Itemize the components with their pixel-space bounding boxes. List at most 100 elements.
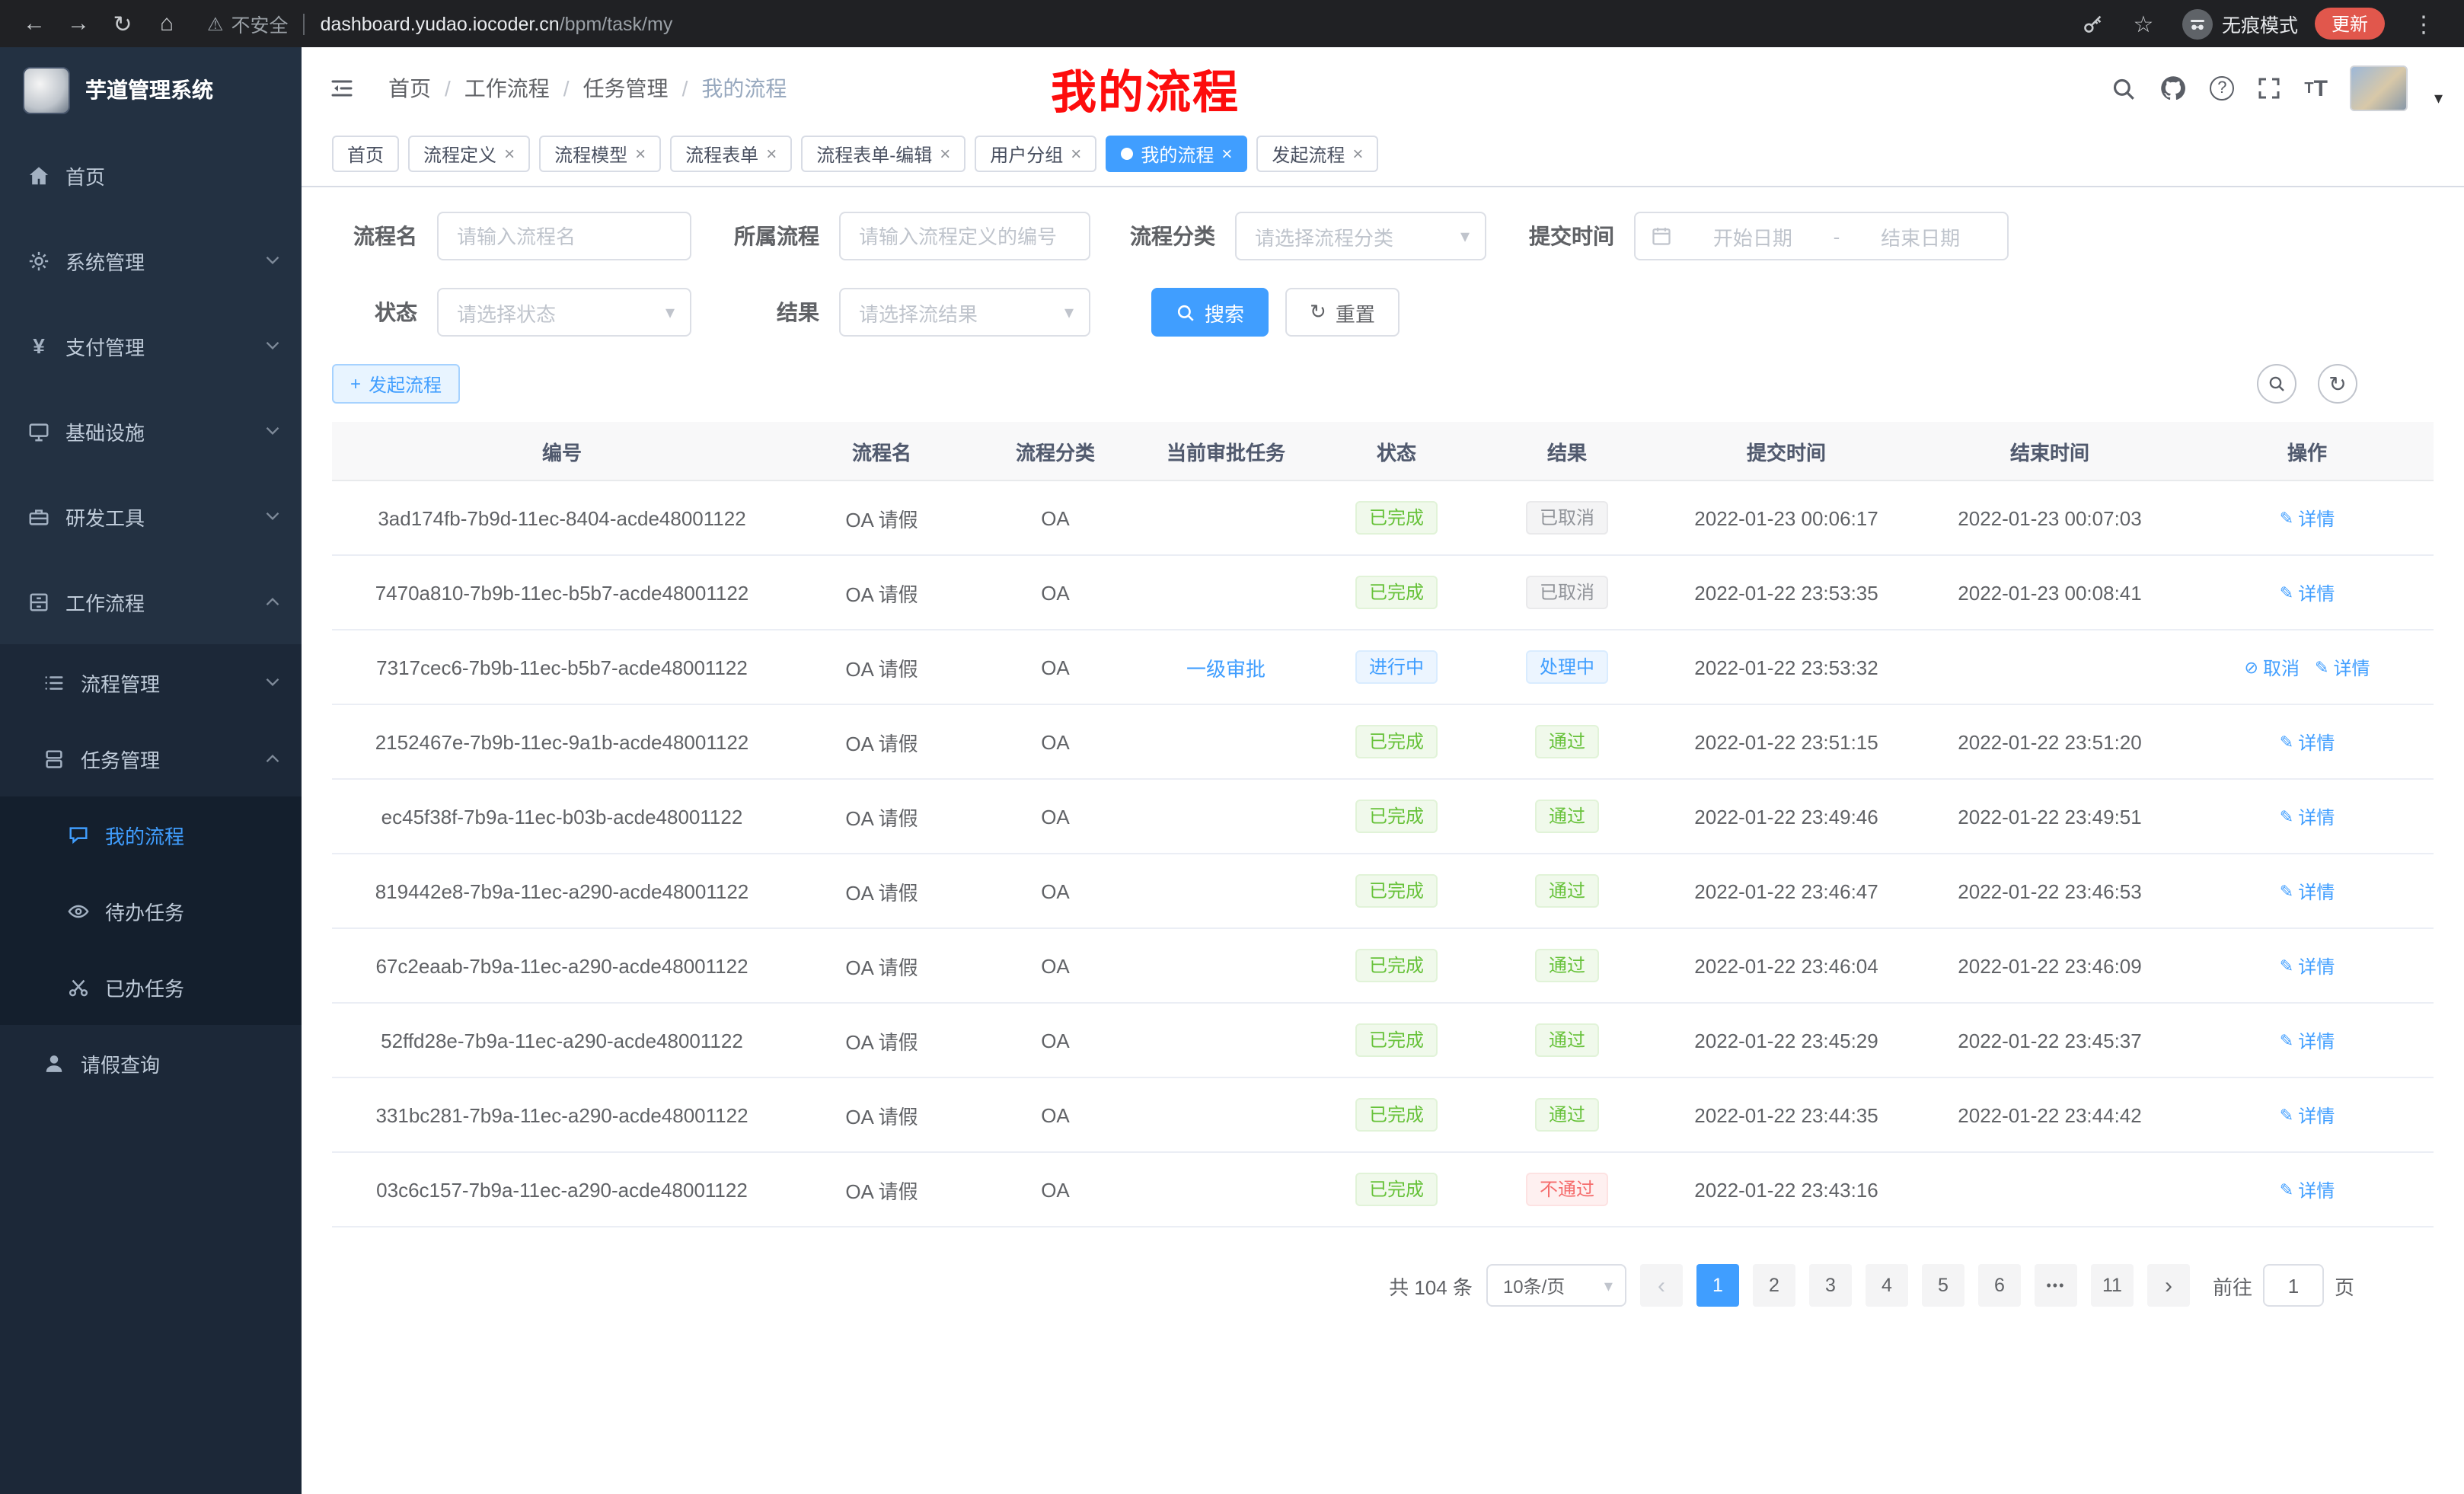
cancel-link[interactable]: ⊘取消 bbox=[2245, 654, 2300, 680]
page-button-5[interactable]: 5 bbox=[1922, 1264, 1964, 1307]
detail-link[interactable]: ✎详情 bbox=[2280, 1027, 2335, 1053]
process-name-input[interactable] bbox=[437, 212, 691, 260]
detail-link[interactable]: ✎详情 bbox=[2315, 654, 2370, 680]
page-annotation: 我的流程 bbox=[1051, 55, 1240, 122]
category-label: 流程分类 bbox=[1124, 221, 1215, 251]
key-icon[interactable] bbox=[2082, 12, 2105, 35]
browser-reload-icon[interactable]: ↻ bbox=[101, 10, 145, 37]
filter-process-definition: 所属流程 bbox=[725, 212, 1090, 260]
font-size-icon[interactable]: TT bbox=[2304, 75, 2328, 101]
sidebar: 芋道管理系统 首页 系统管理 ¥ 支付管理 bbox=[0, 47, 302, 1494]
sidebar-item-task-mgmt[interactable]: 任务管理 bbox=[0, 720, 302, 796]
cell-current-task bbox=[1139, 480, 1313, 555]
reset-button[interactable]: ↻ 重置 bbox=[1285, 288, 1400, 337]
detail-link[interactable]: ✎详情 bbox=[2280, 579, 2335, 605]
page-button-2[interactable]: 2 bbox=[1753, 1264, 1795, 1307]
help-icon[interactable]: ? bbox=[2210, 76, 2234, 101]
detail-link[interactable]: ✎详情 bbox=[2280, 1176, 2335, 1202]
tab-home[interactable]: 首页 bbox=[332, 136, 399, 172]
page-button-11[interactable]: 11 bbox=[2091, 1264, 2134, 1307]
close-icon[interactable]: × bbox=[1071, 145, 1081, 163]
tab-start-process[interactable]: 发起流程× bbox=[1256, 136, 1378, 172]
search-button[interactable]: 搜索 bbox=[1151, 288, 1269, 337]
tab-my-processes[interactable]: 我的流程× bbox=[1106, 136, 1247, 172]
start-process-button[interactable]: + 发起流程 bbox=[332, 364, 460, 404]
browser-home-icon[interactable]: ⌂ bbox=[145, 11, 189, 37]
tab-process-form[interactable]: 流程表单× bbox=[670, 136, 792, 172]
sidebar-item-devtools[interactable]: 研发工具 bbox=[0, 474, 302, 559]
edit-icon: ✎ bbox=[2280, 881, 2293, 901]
tab-user-group[interactable]: 用户分组× bbox=[975, 136, 1096, 172]
browser-back-icon[interactable]: ← bbox=[12, 11, 56, 37]
close-icon[interactable]: × bbox=[635, 145, 646, 163]
result-select[interactable]: 请选择流结果 ▾ bbox=[839, 288, 1090, 337]
sidebar-item-process-mgmt[interactable]: 流程管理 bbox=[0, 644, 302, 720]
edit-icon: ✎ bbox=[2280, 1180, 2293, 1199]
date-range-picker[interactable]: 开始日期 - 结束日期 bbox=[1634, 212, 2009, 260]
close-icon[interactable]: × bbox=[1221, 145, 1232, 163]
cell-current-task bbox=[1139, 1003, 1313, 1077]
page-size-select[interactable]: 10条/页 ▾ bbox=[1486, 1264, 1626, 1307]
prev-page-button[interactable]: ‹ bbox=[1640, 1264, 1683, 1307]
github-icon[interactable] bbox=[2159, 75, 2187, 102]
search-icon[interactable] bbox=[2111, 75, 2137, 101]
breadcrumb-item[interactable]: 任务管理 bbox=[583, 73, 669, 104]
browser-menu-icon[interactable]: ⋮ bbox=[2402, 10, 2446, 37]
close-icon[interactable]: × bbox=[1352, 145, 1363, 163]
breadcrumb-item[interactable]: 工作流程 bbox=[464, 73, 550, 104]
tab-process-model[interactable]: 流程模型× bbox=[539, 136, 661, 172]
table-row: 2152467e-7b9b-11ec-9a1b-acde48001122 OA … bbox=[332, 704, 2434, 779]
refresh-table-icon[interactable]: ↻ bbox=[2318, 364, 2357, 404]
sidebar-item-payment[interactable]: ¥ 支付管理 bbox=[0, 303, 302, 388]
edit-icon: ✎ bbox=[2280, 1030, 2293, 1050]
current-task-link[interactable]: 一级审批 bbox=[1186, 657, 1266, 680]
bookmark-star-icon[interactable]: ☆ bbox=[2121, 10, 2166, 37]
toggle-search-icon[interactable] bbox=[2257, 364, 2296, 404]
browser-forward-icon[interactable]: → bbox=[56, 11, 101, 37]
detail-link[interactable]: ✎详情 bbox=[2280, 505, 2335, 531]
category-select[interactable]: 请选择流程分类 ▾ bbox=[1235, 212, 1486, 260]
detail-link[interactable]: ✎详情 bbox=[2280, 803, 2335, 829]
sidebar-item-infrastructure[interactable]: 基础设施 bbox=[0, 388, 302, 474]
close-icon[interactable]: × bbox=[766, 145, 777, 163]
sidebar-item-done-tasks[interactable]: 已办任务 bbox=[0, 949, 302, 1025]
detail-link[interactable]: ✎详情 bbox=[2280, 953, 2335, 978]
process-definition-input[interactable] bbox=[839, 212, 1090, 260]
update-button[interactable]: 更新 bbox=[2315, 8, 2385, 40]
cell-end-time: 2022-01-23 00:07:03 bbox=[1919, 480, 2181, 555]
page-button-1[interactable]: 1 bbox=[1696, 1264, 1739, 1307]
page-button-3[interactable]: 3 bbox=[1809, 1264, 1852, 1307]
close-icon[interactable]: × bbox=[940, 145, 950, 163]
detail-link[interactable]: ✎详情 bbox=[2280, 729, 2335, 755]
avatar-caret-icon[interactable]: ▾ bbox=[2434, 88, 2443, 111]
cell-current-task bbox=[1139, 928, 1313, 1003]
more-pages-button[interactable]: ••• bbox=[2035, 1264, 2077, 1307]
cell-category: OA bbox=[972, 1152, 1139, 1227]
sidebar-item-home[interactable]: 首页 bbox=[0, 132, 302, 218]
filter-category: 流程分类 请选择流程分类 ▾ bbox=[1124, 212, 1486, 260]
security-label: 不安全 bbox=[231, 9, 289, 38]
avatar[interactable] bbox=[2351, 65, 2408, 111]
page-button-4[interactable]: 4 bbox=[1866, 1264, 1908, 1307]
close-icon[interactable]: × bbox=[504, 145, 515, 163]
app-logo[interactable]: 芋道管理系统 bbox=[0, 47, 302, 132]
cell-id: 03c6c157-7b9a-11ec-a290-acde48001122 bbox=[332, 1152, 792, 1227]
status-select[interactable]: 请选择状态 ▾ bbox=[437, 288, 691, 337]
breadcrumb-item[interactable]: 首页 bbox=[388, 73, 431, 104]
fullscreen-icon[interactable] bbox=[2257, 76, 2281, 101]
sidebar-item-system[interactable]: 系统管理 bbox=[0, 218, 302, 303]
sidebar-item-my-processes[interactable]: 我的流程 bbox=[0, 796, 302, 873]
detail-link[interactable]: ✎详情 bbox=[2280, 878, 2335, 904]
next-page-button[interactable]: › bbox=[2147, 1264, 2190, 1307]
goto-page-input[interactable] bbox=[2263, 1264, 2324, 1307]
sidebar-item-workflow[interactable]: 工作流程 bbox=[0, 559, 302, 644]
sidebar-item-leave-query[interactable]: 请假查询 bbox=[0, 1025, 302, 1101]
cell-id: 3ad174fb-7b9d-11ec-8404-acde48001122 bbox=[332, 480, 792, 555]
tab-process-form-edit[interactable]: 流程表单-编辑× bbox=[801, 136, 965, 172]
page-button-6[interactable]: 6 bbox=[1978, 1264, 2021, 1307]
sidebar-item-todo-tasks[interactable]: 待办任务 bbox=[0, 873, 302, 949]
collapse-menu-icon[interactable] bbox=[302, 76, 355, 101]
detail-link[interactable]: ✎详情 bbox=[2280, 1102, 2335, 1128]
address-bar[interactable]: ⚠ 不安全 dashboard.yudao.iocoder.cn/bpm/tas… bbox=[207, 9, 2082, 38]
tab-process-definition[interactable]: 流程定义× bbox=[408, 136, 530, 172]
